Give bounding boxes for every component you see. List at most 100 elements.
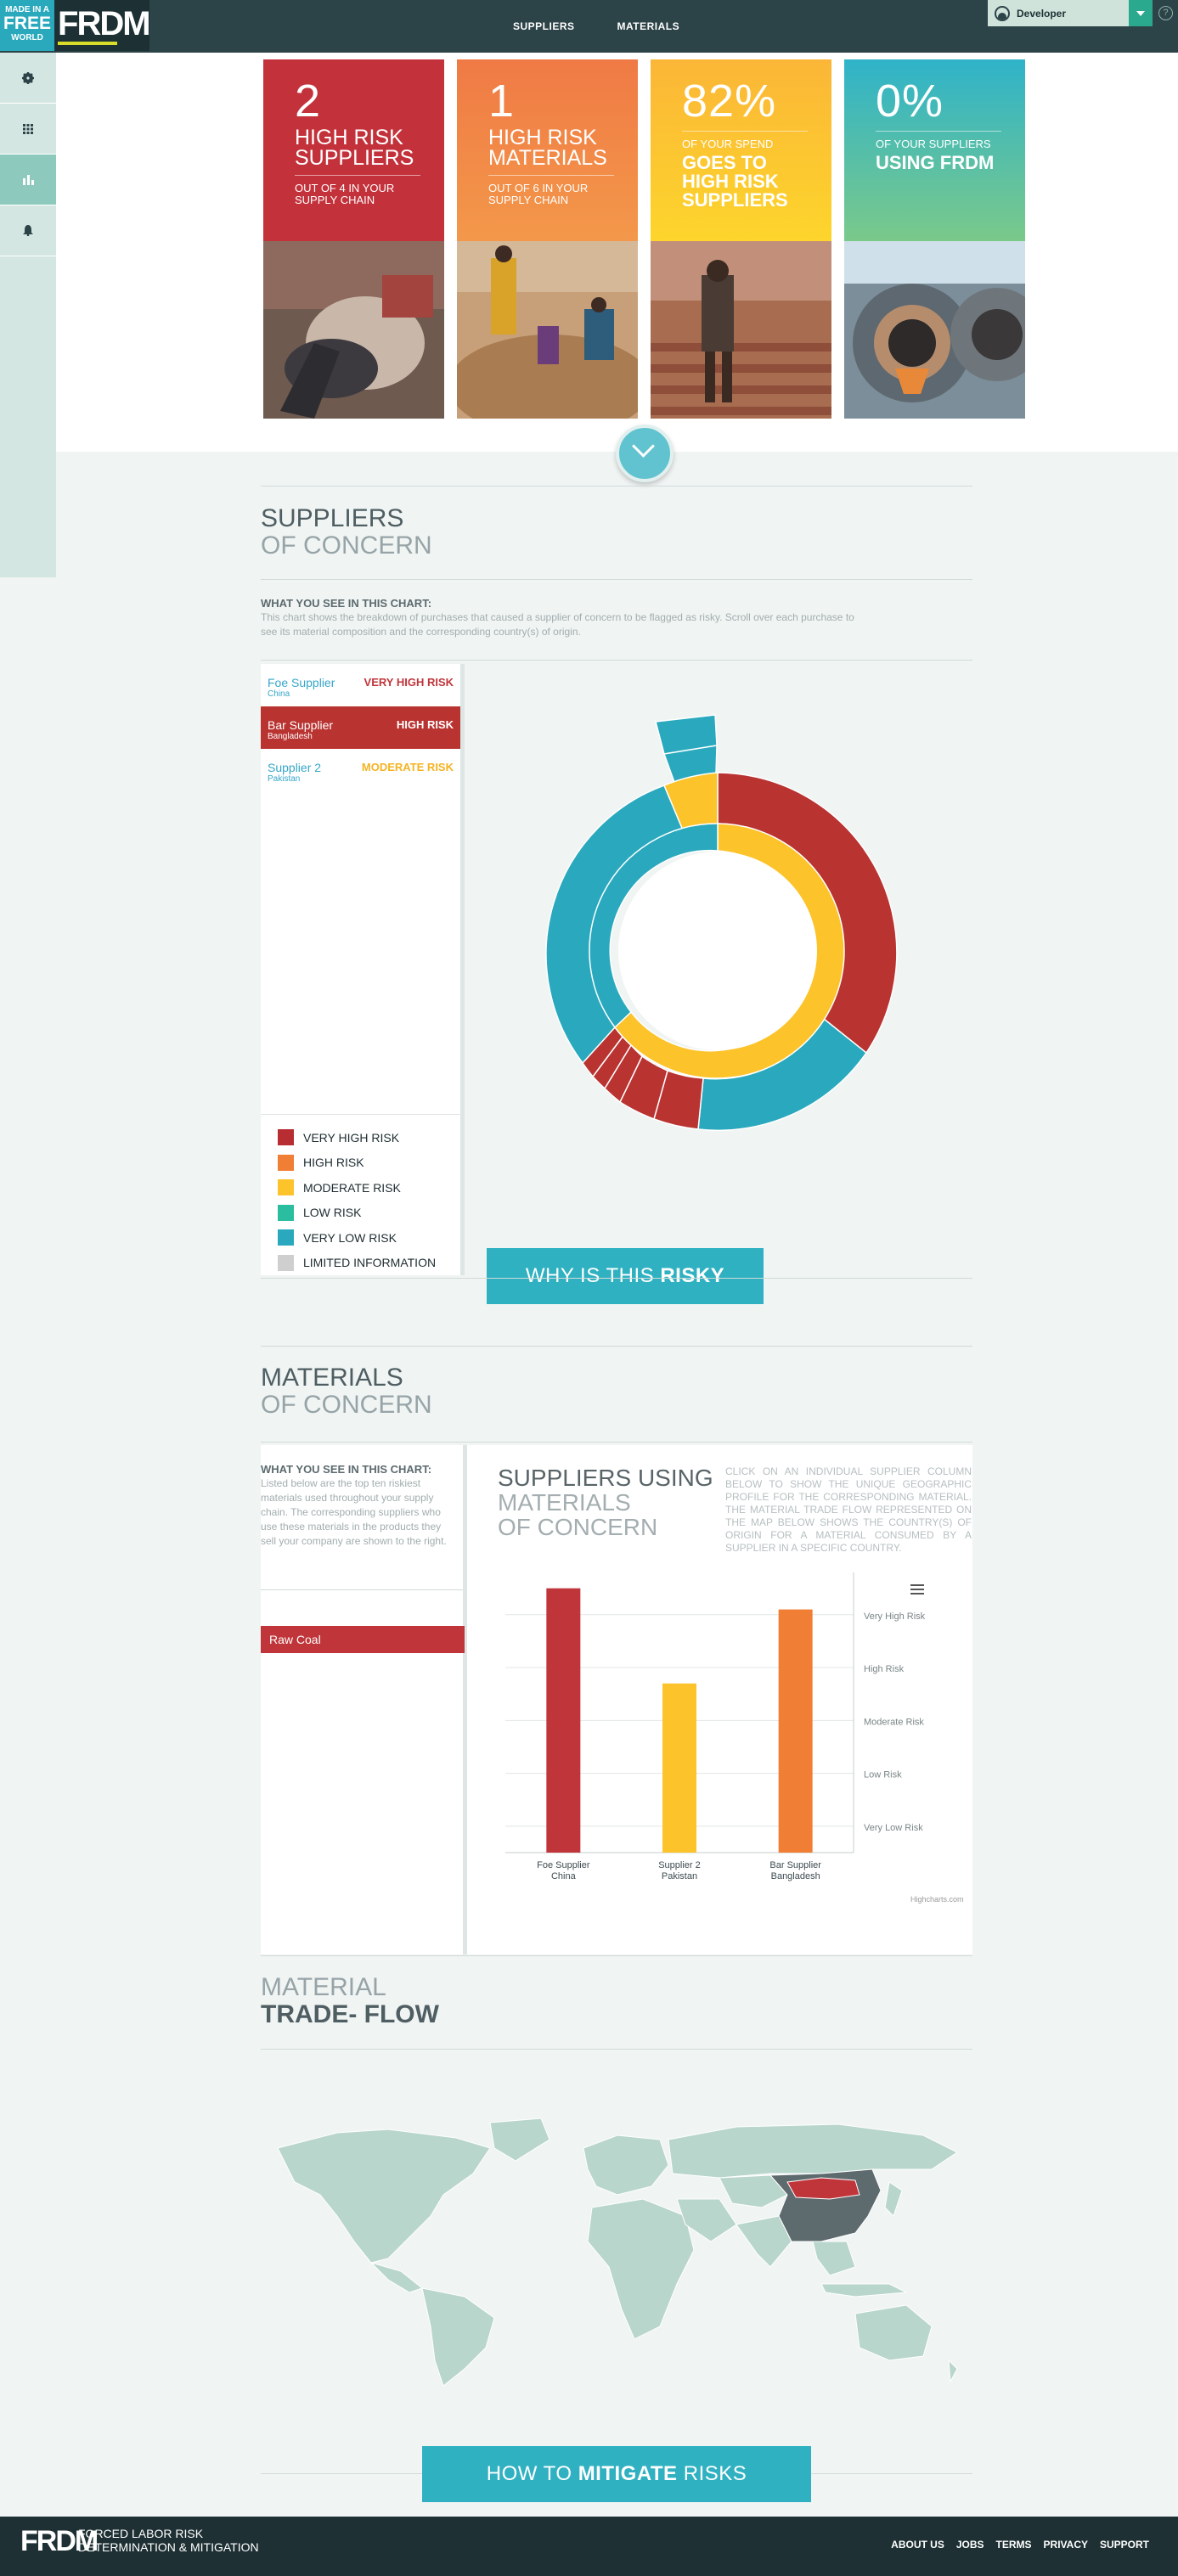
- supplier-country: Bangladesh: [268, 732, 313, 741]
- list-item[interactable]: Foe Supplier China VERY HIGH RISK: [261, 664, 460, 706]
- trade-flow-world-map[interactable]: [261, 2114, 972, 2386]
- bar[interactable]: [546, 1588, 581, 1853]
- sidebar-item-dashboard[interactable]: [0, 104, 56, 155]
- bar[interactable]: [778, 1609, 813, 1853]
- legend-label: HIGH RISK: [303, 1156, 364, 1170]
- mitigate-risks-button[interactable]: HOW TO MITIGATE RISKS: [422, 2446, 811, 2502]
- frdm-logo: FRDM: [54, 0, 151, 51]
- sidebar-item-alerts[interactable]: [0, 205, 56, 256]
- bell-icon: [23, 225, 33, 236]
- card-number: 82%: [682, 76, 777, 127]
- user-menu[interactable]: Developer: [988, 0, 1153, 26]
- section-title: TRADE- FLOW: [261, 2000, 439, 2028]
- high-risk-spend-card[interactable]: 82% OF YOUR SPEND GOES TO HIGH RISK SUPP…: [651, 59, 831, 419]
- section-title: MATERIALS: [261, 1364, 403, 1392]
- y-tick-label: Very Low Risk: [864, 1823, 923, 1833]
- bar[interactable]: [662, 1683, 696, 1853]
- legend-label: LOW RISK: [303, 1206, 362, 1220]
- footer-link-jobs[interactable]: JOBS: [956, 2539, 984, 2551]
- explanation-heading: WHAT YOU SEE IN THIS CHART:: [261, 1463, 432, 1476]
- risk-label: HIGH RISK: [396, 718, 454, 731]
- legend-swatch: [278, 1129, 294, 1146]
- list-item[interactable]: Bar Supplier Bangladesh HIGH RISK: [261, 706, 460, 749]
- map-region-south-america: [421, 2287, 495, 2386]
- worker-photo: [263, 241, 444, 419]
- legend-swatch: [278, 1204, 294, 1221]
- map-region-russia: [668, 2123, 958, 2179]
- gear-icon: [22, 71, 34, 84]
- materials-chart-panel: SUPPLIERS USING MATERIALS OF CONCERN CLI…: [467, 1445, 972, 1954]
- card-number: 2: [295, 76, 322, 127]
- risk-label: VERY HIGH RISK: [364, 676, 454, 689]
- card-heading: HIGH RISK MATERIALS: [488, 126, 607, 170]
- card-subtext: OUT OF 6 IN YOUR SUPPLY CHAIN: [488, 182, 589, 206]
- why-risky-button[interactable]: WHY IS THIS RISKY: [487, 1248, 764, 1304]
- sidebar-item-settings[interactable]: [0, 53, 56, 104]
- high-risk-suppliers-card[interactable]: 2 HIGH RISK SUPPLIERS OUT OF 4 IN YOUR S…: [263, 59, 444, 419]
- map-region-greenland: [489, 2118, 550, 2162]
- tagline-line2: DETERMINATION & MITIGATION: [78, 2540, 259, 2554]
- divider: [261, 486, 972, 487]
- nav-materials[interactable]: MATERIALS: [617, 20, 680, 32]
- suppliers-title: SUPPLIERS OF CONCERN: [261, 505, 432, 560]
- help-icon[interactable]: ?: [1158, 6, 1173, 20]
- divider: [261, 2049, 972, 2050]
- card-subtext: OF YOUR SPEND: [682, 138, 774, 150]
- suppliers-bar-chart[interactable]: Very Low Risk Low Risk Moderate Risk High R…: [467, 1564, 972, 1921]
- x-tick-label: Bangladesh: [771, 1871, 820, 1881]
- chevron-down-icon[interactable]: [1129, 0, 1153, 26]
- nav-suppliers[interactable]: SUPPLIERS: [513, 20, 575, 32]
- section-subtitle: OF CONCERN: [261, 532, 432, 560]
- brand[interactable]: MADE IN A FREE WORLD FRDM: [0, 0, 151, 51]
- high-risk-materials-card[interactable]: 1 HIGH RISK MATERIALS OUT OF 6 IN YOUR S…: [457, 59, 638, 419]
- badge-line3: WORLD: [11, 33, 43, 42]
- x-tick-label: Bar Supplier: [769, 1860, 821, 1870]
- footer-link-terms[interactable]: TERMS: [996, 2539, 1032, 2551]
- legend-item: VERY LOW RISK: [278, 1225, 465, 1251]
- divider: [261, 1346, 972, 1347]
- footer-link-support[interactable]: SUPPORT: [1100, 2539, 1149, 2551]
- risk-label: MODERATE RISK: [361, 761, 454, 773]
- material-raw-coal[interactable]: Raw Coal: [261, 1626, 465, 1653]
- user-avatar-icon: [995, 5, 1010, 21]
- map-region-indonesia: [820, 2283, 908, 2298]
- card-subtext: OUT OF 4 IN YOUR SUPPLY CHAIN: [295, 182, 395, 206]
- divider: [261, 1278, 972, 1279]
- user-name: Developer: [1017, 7, 1067, 20]
- chart-title-light: OF CONCERN: [498, 1514, 658, 1540]
- button-bold-text: MITIGATE: [578, 2462, 678, 2485]
- legend-swatch: [278, 1254, 294, 1271]
- suppliers-using-frdm-card[interactable]: 0% OF YOUR SUPPLIERS USING FRDM: [844, 59, 1025, 419]
- legend-item: MODERATE RISK: [278, 1175, 465, 1201]
- button-text: WHY IS THIS: [525, 1264, 661, 1287]
- legend-item: HIGH RISK: [278, 1150, 465, 1176]
- map-region-southeast-asia: [812, 2241, 856, 2276]
- x-tick-label: Supplier 2: [658, 1860, 701, 1870]
- menu-icon[interactable]: [910, 1584, 924, 1595]
- supplier-sunburst-chart[interactable]: [510, 696, 934, 1155]
- list-item[interactable]: Supplier 2 Pakistan MODERATE RISK: [261, 749, 460, 791]
- divider: [261, 1955, 972, 1956]
- card-divider: [876, 131, 1001, 132]
- section-title: SUPPLIERS: [261, 504, 404, 532]
- steel-coils-photo: [844, 241, 1025, 419]
- top-bar: MADE IN A FREE WORLD FRDM SUPPLIERS MATE…: [0, 0, 1178, 53]
- map-region-new-zealand: [948, 2359, 958, 2383]
- button-text: RISKS: [677, 2462, 747, 2485]
- footer-link-about[interactable]: ABOUT US: [891, 2539, 944, 2551]
- footer-link-privacy[interactable]: PRIVACY: [1044, 2539, 1088, 2551]
- chart-credit[interactable]: Highcharts.com: [910, 1895, 964, 1904]
- chart-description: CLICK ON AN INDIVIDUAL SUPPLIER COLUMN B…: [725, 1465, 972, 1554]
- legend-swatch: [278, 1154, 294, 1171]
- card-header: 82% OF YOUR SPEND GOES TO HIGH RISK SUPP…: [651, 59, 831, 241]
- scroll-down-button[interactable]: [616, 425, 674, 482]
- badge-line2: FREE: [3, 14, 52, 33]
- card-number: 1: [488, 76, 516, 127]
- bar-chart-icon: [22, 174, 34, 185]
- sidebar-item-reports[interactable]: [0, 155, 56, 205]
- legend-item: LOW RISK: [278, 1201, 465, 1226]
- divider: [261, 1589, 463, 1590]
- chart-title-text: SUPPLIERS USING: [498, 1465, 713, 1491]
- x-tick-label: Foe Supplier: [537, 1860, 590, 1870]
- miners-photo: [457, 241, 638, 419]
